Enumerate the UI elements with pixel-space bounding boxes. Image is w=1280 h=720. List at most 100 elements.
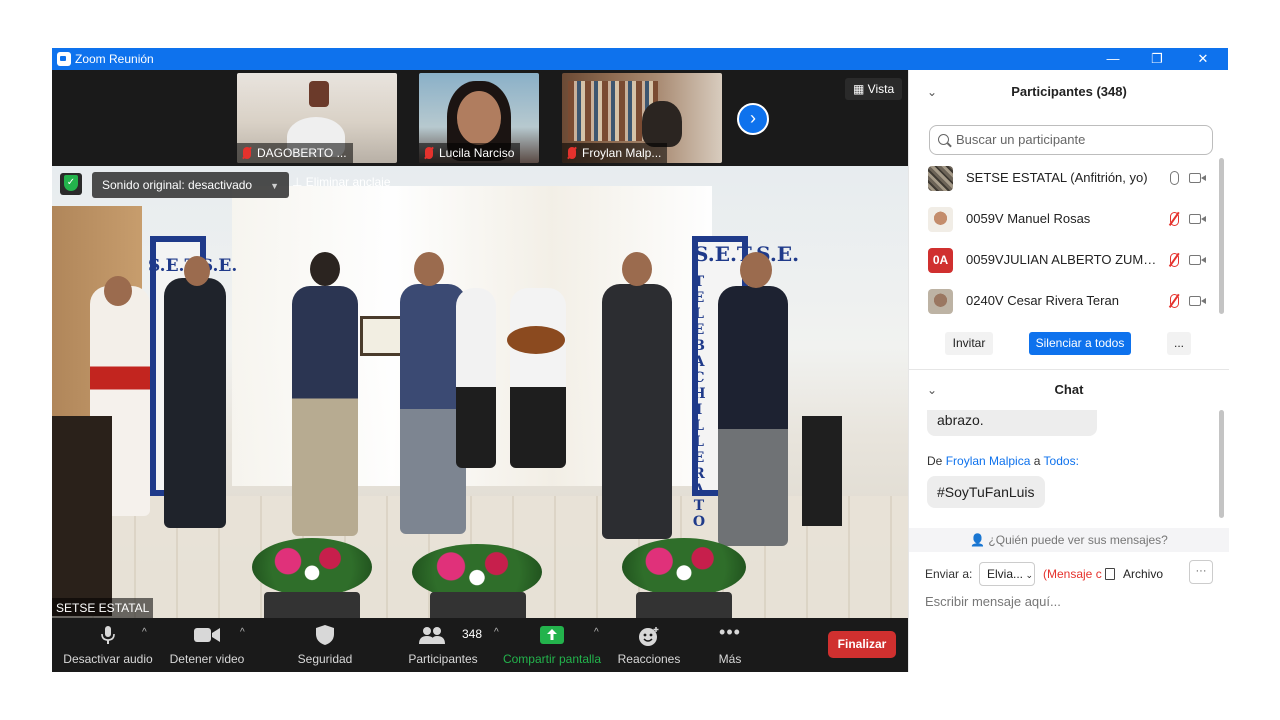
restore-button[interactable]: ❐ bbox=[1134, 48, 1180, 70]
main-video-name: SETSE ESTATAL bbox=[52, 598, 154, 618]
search-icon bbox=[938, 134, 949, 145]
muted-mic-icon bbox=[243, 147, 251, 159]
sender-link[interactable]: Froylan Malpica bbox=[946, 454, 1031, 468]
muted-mic-icon bbox=[568, 147, 576, 159]
participant-row[interactable]: 0059V Manuel Rosas bbox=[909, 199, 1219, 240]
muted-mic-icon[interactable] bbox=[1170, 212, 1179, 226]
zoom-logo-icon bbox=[57, 52, 71, 66]
recipient-link[interactable]: Todos: bbox=[1044, 454, 1079, 468]
video-camera-icon[interactable] bbox=[1189, 255, 1206, 265]
recipient-select[interactable]: Elvia... ⌄ bbox=[979, 562, 1035, 586]
participants-header: ⌄ Participantes (348) bbox=[909, 72, 1229, 112]
participant-figure bbox=[642, 101, 682, 147]
encryption-shield-icon[interactable] bbox=[60, 173, 82, 195]
chevron-down-icon: ⌄ bbox=[1023, 570, 1034, 580]
person-head bbox=[310, 252, 340, 286]
participants-button[interactable]: 348 ^ Participantes bbox=[388, 618, 499, 672]
collapse-chevron-icon[interactable]: ⌄ bbox=[927, 370, 937, 410]
invite-button[interactable]: Invitar bbox=[945, 332, 993, 355]
planter bbox=[636, 592, 732, 618]
mute-button[interactable]: ^ Desactivar audio bbox=[56, 618, 160, 672]
thumbnail-strip: DAGOBERTO ... Lucila Narciso Froylan Mal… bbox=[52, 70, 908, 166]
original-sound-toggle[interactable]: Sonido original: desactivado ▼ bbox=[92, 172, 290, 198]
video-camera-icon[interactable] bbox=[1189, 296, 1206, 306]
next-page-button[interactable]: › bbox=[737, 103, 769, 135]
person-figure bbox=[718, 286, 788, 546]
mute-all-button[interactable]: Silenciar a todos bbox=[1029, 332, 1131, 355]
share-screen-icon bbox=[540, 626, 564, 644]
chat-message: #SoyTuFanLuis bbox=[927, 476, 1045, 508]
reactions-button[interactable]: Reacciones bbox=[612, 618, 686, 672]
thumbnail-video[interactable]: Lucila Narciso bbox=[419, 73, 539, 163]
guitar bbox=[507, 326, 565, 354]
thumbnail-name: Lucila Narciso bbox=[419, 143, 521, 163]
main-video: S.E.T.S.E. S.E.T.S.E. TELEBACHILLERATO bbox=[52, 166, 908, 618]
shield-icon bbox=[316, 625, 334, 645]
close-button[interactable]: ✕ bbox=[1180, 48, 1226, 70]
avatar bbox=[928, 166, 953, 191]
participant-search-input[interactable]: Buscar un participante bbox=[929, 125, 1213, 155]
chat-message: abrazo. bbox=[927, 410, 1097, 436]
who-can-see-link[interactable]: 👤 ¿Quién puede ver sus mensajes? bbox=[909, 528, 1229, 552]
chevron-down-icon[interactable]: ▼ bbox=[270, 181, 279, 191]
person-figure bbox=[164, 278, 226, 528]
person-head bbox=[622, 252, 652, 286]
meeting-toolbar: ^ Desactivar audio ^ Detener video Segur… bbox=[52, 618, 908, 672]
minimize-button[interactable]: — bbox=[1090, 48, 1136, 70]
participant-row[interactable]: 0A 0059VJULIAN ALBERTO ZUMAYA... bbox=[909, 240, 1219, 281]
pin-icon: ⊥ bbox=[292, 175, 306, 189]
planter bbox=[430, 592, 526, 618]
participant-row[interactable]: 0240V Cesar Rivera Teran bbox=[909, 281, 1219, 322]
person-figure bbox=[456, 288, 496, 468]
participant-row[interactable]: SETSE ESTATAL (Anfitrión, yo) bbox=[909, 158, 1219, 199]
person-figure bbox=[292, 286, 358, 536]
person-head bbox=[184, 256, 210, 286]
participants-scrollbar[interactable] bbox=[1219, 158, 1224, 314]
file-button[interactable]: Archivo bbox=[1105, 567, 1163, 581]
smiley-icon bbox=[639, 627, 659, 646]
muted-mic-icon[interactable] bbox=[1170, 253, 1179, 267]
video-area: DAGOBERTO ... Lucila Narciso Froylan Mal… bbox=[52, 70, 908, 618]
unpin-button[interactable]: ⊥ Eliminar anclaje bbox=[292, 175, 391, 189]
thumbnail-video[interactable]: DAGOBERTO ... bbox=[237, 73, 397, 163]
side-panel: ⌄ Participantes (348) Buscar un particip… bbox=[908, 70, 1229, 672]
security-button[interactable]: Seguridad bbox=[288, 618, 362, 672]
chat-more-button[interactable]: ··· bbox=[1189, 560, 1213, 584]
banner-vertical-text: TELEBACHILLERATO bbox=[692, 274, 706, 530]
collapse-chevron-icon[interactable]: ⌄ bbox=[927, 72, 937, 112]
end-meeting-button[interactable]: Finalizar bbox=[828, 631, 896, 658]
file-icon bbox=[1105, 568, 1115, 580]
chat-scrollbar[interactable] bbox=[1219, 410, 1224, 518]
chat-header: ⌄ Chat bbox=[909, 370, 1229, 410]
avatar bbox=[928, 207, 953, 232]
microphone-icon[interactable] bbox=[1170, 171, 1179, 185]
muted-mic-icon[interactable] bbox=[1170, 294, 1179, 308]
participants-options-chevron[interactable]: ^ bbox=[494, 627, 499, 638]
chair bbox=[52, 416, 112, 616]
video-camera-icon[interactable] bbox=[1189, 214, 1206, 224]
video-camera-icon[interactable] bbox=[1189, 173, 1206, 183]
more-button[interactable]: ••• Más bbox=[708, 618, 752, 672]
grid-icon: ▦ bbox=[853, 82, 868, 96]
speaker-box bbox=[802, 416, 842, 526]
video-camera-icon bbox=[194, 628, 220, 642]
microphone-icon bbox=[101, 626, 115, 644]
participants-more-button[interactable]: ... bbox=[1167, 332, 1191, 355]
thumbnail-name: DAGOBERTO ... bbox=[237, 143, 353, 163]
thumbnail-video[interactable]: Froylan Malp... bbox=[562, 73, 722, 163]
zoom-window: Zoom Reunión — ❐ ✕ DAGOBERTO ... Lucila … bbox=[52, 48, 1229, 672]
stop-video-button[interactable]: ^ Detener video bbox=[162, 618, 252, 672]
send-to-label: Enviar a: bbox=[925, 567, 973, 581]
view-button[interactable]: ▦ Vista bbox=[845, 78, 903, 100]
person-head bbox=[740, 252, 772, 288]
chat-message-input[interactable]: Escribir mensaje aquí... bbox=[925, 594, 1061, 609]
thumbnail-name: Froylan Malp... bbox=[562, 143, 668, 163]
share-options-chevron[interactable]: ^ bbox=[594, 627, 599, 638]
participants-icon bbox=[419, 627, 445, 644]
share-screen-button[interactable]: ^ Compartir pantalla bbox=[500, 618, 604, 672]
person-figure bbox=[602, 284, 672, 539]
audio-options-chevron[interactable]: ^ bbox=[142, 627, 147, 638]
video-options-chevron[interactable]: ^ bbox=[240, 627, 245, 638]
avatar bbox=[928, 289, 953, 314]
private-message-hint: (Mensaje c bbox=[1043, 567, 1102, 581]
